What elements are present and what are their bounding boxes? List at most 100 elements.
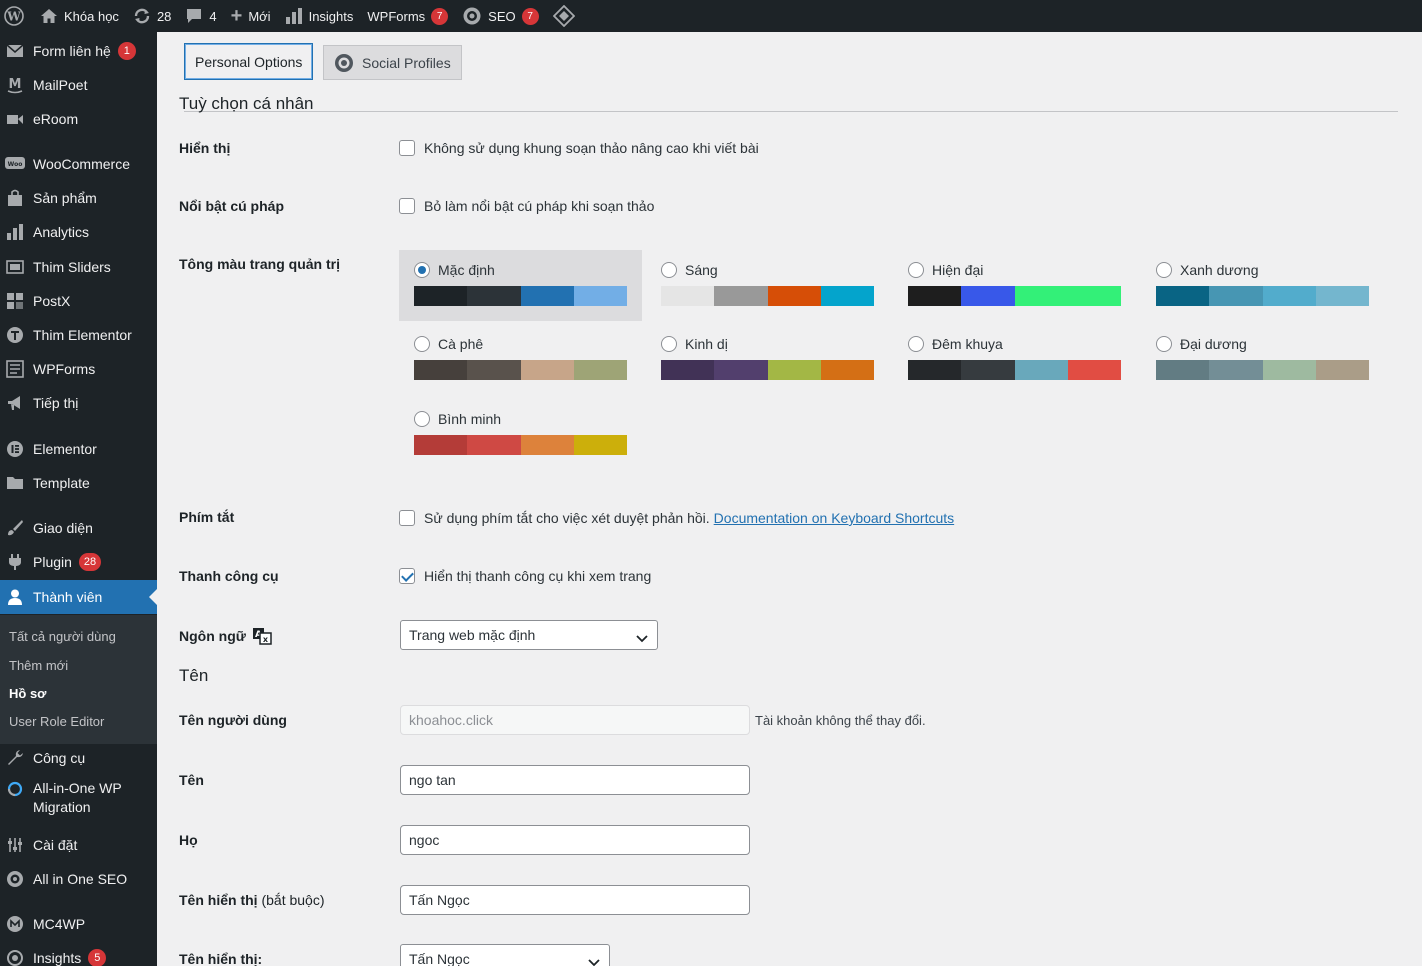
sidebar-item-analytics[interactable]: Analytics [0,215,157,249]
sidebar-item-c-i-t[interactable]: Cài đặt [0,828,157,862]
comments-menu[interactable]: 4 [178,0,223,32]
wpforms-badge: 7 [431,7,449,25]
sidebar-item-postx[interactable]: PostX [0,284,157,318]
color-swatch [520,435,574,455]
updates-menu[interactable]: 28 [126,0,178,32]
language-select[interactable]: Trang web mặc định [400,620,658,650]
submenu-user-role-editor[interactable]: User Role Editor [9,714,104,729]
sidebar-item-form-li-n-h-[interactable]: Form liên hệ 1 [0,34,157,68]
visual-editor-row: Không sử dụng khung soạn thảo nâng cao k… [399,140,759,156]
sidebar-item-woocommerce[interactable]: Woo WooCommerce [0,147,157,181]
color-scheme-option[interactable]: Kinh dị [646,324,889,395]
color-scheme-radio[interactable] [1156,262,1172,278]
color-scheme-swatches [1156,286,1369,306]
sidebar-item-thim-elementor[interactable]: Thim Elementor [0,318,157,352]
site-name-menu[interactable]: Khóa học [33,0,126,32]
sidebar-item-all-in-one-wp-migration[interactable]: All-in-One WP Migration [0,775,157,819]
new-label: Mới [248,8,271,24]
nickname-input[interactable] [400,885,750,915]
seo-menu[interactable]: SEO 7 [455,0,545,32]
color-swatch [467,435,521,455]
chevron-down-icon [588,954,600,966]
toolbar-row: Hiển thị thanh công cụ khi xem trang [399,568,651,584]
color-scheme-label: Tông màu trang quản trị [179,256,340,272]
color-swatch [1067,286,1121,306]
sidebar-item-eroom[interactable]: eRoom [0,102,157,136]
svg-text:M: M [9,77,22,92]
color-scheme-radio[interactable] [661,262,677,278]
color-scheme-option[interactable]: Hiện đại [893,250,1136,321]
color-scheme-option-label-row: Cà phê [414,336,627,352]
color-scheme-name: Cà phê [438,336,484,352]
color-scheme-radio[interactable] [414,262,430,278]
tab-personal-options-label: Personal Options [195,53,303,70]
new-content-menu[interactable]: + Mới [224,0,278,32]
color-scheme-radio[interactable] [908,262,924,278]
syntax-highlight-checkbox[interactable] [399,198,415,214]
color-swatch [467,360,521,380]
color-scheme-radio[interactable] [908,336,924,352]
submenu-add-new[interactable]: Thêm mới [9,658,68,673]
name-heading: Tên [179,666,209,685]
seo-badge: 7 [521,7,539,25]
color-scheme-option[interactable]: Đêm khuya [893,324,1136,395]
sidebar-item-all-in-one-seo[interactable]: All in One SEO [0,862,157,896]
color-scheme-radio[interactable] [414,336,430,352]
wpforms-menu[interactable]: WPForms 7 [360,0,455,32]
tab-personal-options[interactable]: Personal Options [184,43,314,80]
sidebar-item-elementor[interactable]: Elementor [0,432,157,466]
sidebar-item-label: eRoom [33,110,79,127]
elementor-icon [5,439,25,459]
color-swatch [1315,360,1369,380]
color-scheme-swatches [661,286,874,306]
color-swatch [573,435,627,455]
sidebar-item-s-n-ph-m[interactable]: Sản phẩm [0,181,157,215]
tab-social-profiles[interactable]: Social Profiles [323,45,462,80]
sidebar-item-th-nh-vi-n[interactable]: Thành viên [0,580,157,614]
username-input [400,705,750,735]
submenu-profile[interactable]: Hồ sơ [9,686,46,701]
sidebar-item-mc4wp[interactable]: MC4WP [0,907,157,941]
admin-sidebar: Tất cả người dùng Thêm mới Hồ sơ User Ro… [0,32,157,966]
insights-menu[interactable]: Insights [278,0,361,32]
color-scheme-radio[interactable] [414,411,430,427]
insights-icon [5,948,25,966]
color-scheme-option[interactable]: Xanh dương [1141,250,1384,321]
sidebar-item-c-ng-c-[interactable]: Công cụ [0,741,157,775]
keyboard-shortcuts-checkbox[interactable] [399,510,415,526]
sidebar-item-wpforms[interactable]: WPForms [0,352,157,386]
color-scheme-option[interactable]: Sáng [646,250,889,321]
comments-count: 4 [209,8,217,24]
color-scheme-radio[interactable] [661,336,677,352]
color-scheme-option[interactable]: Đại dương [1141,324,1384,395]
submenu-all-users[interactable]: Tất cả người dùng [9,629,116,644]
sidebar-item-giao-di-n[interactable]: Giao diện [0,511,157,545]
sidebar-item-template[interactable]: Template [0,466,157,500]
plugin-icon [5,552,25,572]
color-scheme-name: Sáng [685,262,718,278]
language-label-row: Ngôn ngữ Ax [179,627,272,645]
color-scheme-radio[interactable] [1156,336,1172,352]
toolbar-checkbox[interactable] [399,568,415,584]
color-swatch [414,360,468,380]
display-name-select[interactable]: Tấn Ngọc [400,944,610,966]
color-scheme-option[interactable]: Bình minh [399,399,642,470]
users-submenu: Tất cả người dùng Thêm mới Hồ sơ User Ro… [0,615,157,744]
color-scheme-swatches [908,286,1121,306]
last-name-input[interactable] [400,825,750,855]
sidebar-item-mailpoet[interactable]: M MailPoet [0,68,157,102]
sidebar-item-thim-sliders[interactable]: Thim Sliders [0,250,157,284]
wp-logo-menu[interactable]: W [0,0,33,32]
visual-editor-checkbox[interactable] [399,140,415,156]
sidebar-item-ti-p-th-[interactable]: Tiếp thị [0,386,157,420]
sidebar-item-plugin[interactable]: Plugin 28 [0,545,157,579]
last-name-label: Họ [179,832,198,848]
color-scheme-option[interactable]: Mặc định [399,250,642,321]
first-name-input[interactable] [400,765,750,795]
color-scheme-swatches [1156,360,1369,380]
diamond-menu[interactable] [546,0,588,32]
sidebar-item-insights[interactable]: Insights 5 [0,941,157,966]
keyboard-shortcuts-doc-link[interactable]: Documentation on Keyboard Shortcuts [714,510,954,526]
color-scheme-option-label-row: Đại dương [1156,336,1369,352]
color-scheme-option[interactable]: Cà phê [399,324,642,395]
